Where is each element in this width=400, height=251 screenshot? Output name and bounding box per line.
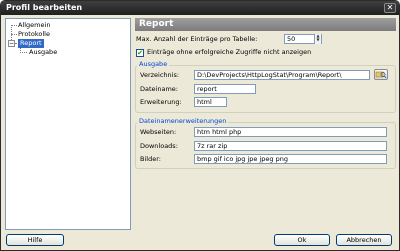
directory-field[interactable]: D:\DevProjects\HttpLogStat\Program\Repor… <box>194 70 370 80</box>
spin-down-icon[interactable]: ▼ <box>315 38 321 42</box>
downloads-value: 7z rar zip <box>197 142 228 150</box>
page-title: Report <box>139 19 174 29</box>
collapse-icon[interactable]: − <box>8 40 15 47</box>
title-bar[interactable]: Profil bearbeiten ✕ <box>1 1 399 15</box>
filename-value: report <box>197 85 217 93</box>
tree-item-ausgabe[interactable]: Ausgabe <box>29 48 57 57</box>
hide-unsuccessful-label[interactable]: Einträge ohne erfolgreiche Zugriffe nich… <box>147 48 311 57</box>
webpages-field[interactable]: htm html php <box>194 127 387 137</box>
ausgabe-group-title: Ausgabe <box>137 60 170 68</box>
window-title: Profil bearbeiten <box>6 3 83 12</box>
ok-button[interactable]: Ok <box>274 234 330 246</box>
tree-item-allgemein[interactable]: Allgemein <box>18 21 50 30</box>
profile-dialog: Profil bearbeiten ✕ Allgemein Protokolle… <box>0 0 400 251</box>
directory-value: D:\DevProjects\HttpLogStat\Program\Repor… <box>197 71 342 79</box>
settings-tree[interactable]: Allgemein Protokolle − Report Ausgabe <box>5 18 131 230</box>
max-entries-spin-buttons[interactable]: ▲ ▼ <box>314 34 321 44</box>
cancel-button[interactable]: Abbrechen <box>336 234 392 246</box>
webpages-value: htm html php <box>197 128 242 136</box>
browse-button[interactable] <box>374 69 388 80</box>
webpages-label: Webseiten: <box>140 128 177 136</box>
downloads-field[interactable]: 7z rar zip <box>194 141 387 151</box>
max-entries-label: Max. Anzahl der Einträge pro Tabelle: <box>136 35 258 43</box>
browse-folder-icon <box>375 71 387 79</box>
tree-item-report[interactable]: Report <box>18 39 44 48</box>
close-button[interactable]: ✕ <box>384 3 396 13</box>
filename-field[interactable]: report <box>194 84 256 94</box>
extension-value: html <box>197 98 212 106</box>
extension-field[interactable]: html <box>194 97 227 107</box>
checkmark-icon: ✔ <box>137 49 143 57</box>
tree-connector <box>20 52 27 53</box>
max-entries-value: 50 <box>287 35 296 43</box>
directory-label: Verzeichnis: <box>140 71 180 79</box>
downloads-label: Downloads: <box>140 142 178 150</box>
filename-label: Dateiname: <box>140 85 178 93</box>
page-header: Report <box>135 18 396 31</box>
help-button[interactable]: Hilfe <box>6 234 64 246</box>
close-icon: ✕ <box>386 3 394 12</box>
hide-unsuccessful-checkbox[interactable]: ✔ <box>136 49 144 57</box>
extensions-group-title: Dateinamenerweiterungen <box>137 117 229 125</box>
tree-connector <box>11 34 17 35</box>
tree-connector <box>11 25 17 26</box>
images-value: bmp gif ico jpg jpe jpeg png <box>197 155 288 163</box>
images-label: Bilder: <box>140 155 161 163</box>
extension-label: Erweiterung: <box>140 98 182 106</box>
images-field[interactable]: bmp gif ico jpg jpe jpeg png <box>194 154 387 164</box>
tree-item-protokolle[interactable]: Protokolle <box>18 30 50 39</box>
